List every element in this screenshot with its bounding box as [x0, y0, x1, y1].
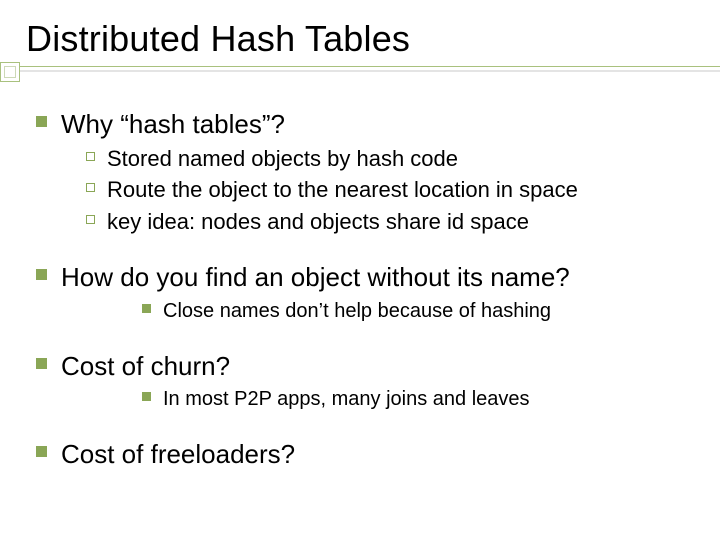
bullet-text: Why “hash tables”?: [61, 108, 285, 141]
bullet-text: Close names don’t help because of hashin…: [163, 298, 551, 324]
square-bullet-icon: [36, 269, 47, 280]
bullet-level2: Stored named objects by hash code: [86, 145, 694, 174]
square-bullet-icon: [142, 392, 151, 401]
square-bullet-icon: [36, 116, 47, 127]
bullet-text: How do you find an object without its na…: [61, 261, 570, 294]
bullet-level2: Route the object to the nearest location…: [86, 176, 694, 205]
slide-title: Distributed Hash Tables: [26, 18, 694, 60]
square-bullet-icon: [36, 446, 47, 457]
bullet-level2: key idea: nodes and objects share id spa…: [86, 208, 694, 237]
square-bullet-icon: [142, 304, 151, 313]
bullet-level1: Cost of churn?: [28, 350, 694, 383]
accent-square-icon: [0, 62, 20, 82]
bullet-level1: Cost of freeloaders?: [28, 438, 694, 471]
bullet-level1: Why “hash tables”?: [28, 108, 694, 141]
bullet-text: In most P2P apps, many joins and leaves: [163, 386, 530, 412]
bullet-text: Stored named objects by hash code: [107, 145, 458, 174]
slide: Distributed Hash Tables Why “hash tables…: [0, 0, 720, 540]
bullet-text: key idea: nodes and objects share id spa…: [107, 208, 529, 237]
hollow-square-bullet-icon: [86, 215, 95, 224]
hollow-square-bullet-icon: [86, 183, 95, 192]
bullet-level3: In most P2P apps, many joins and leaves: [142, 386, 694, 412]
square-bullet-icon: [36, 358, 47, 369]
bullet-text: Cost of freeloaders?: [61, 438, 295, 471]
bullet-text: Cost of churn?: [61, 350, 230, 383]
slide-body: Why “hash tables”? Stored named objects …: [26, 108, 694, 471]
hollow-square-bullet-icon: [86, 152, 95, 161]
bullet-level1: How do you find an object without its na…: [28, 261, 694, 294]
bullet-text: Route the object to the nearest location…: [107, 176, 578, 205]
title-rule: [0, 66, 720, 76]
bullet-level3: Close names don’t help because of hashin…: [142, 298, 694, 324]
